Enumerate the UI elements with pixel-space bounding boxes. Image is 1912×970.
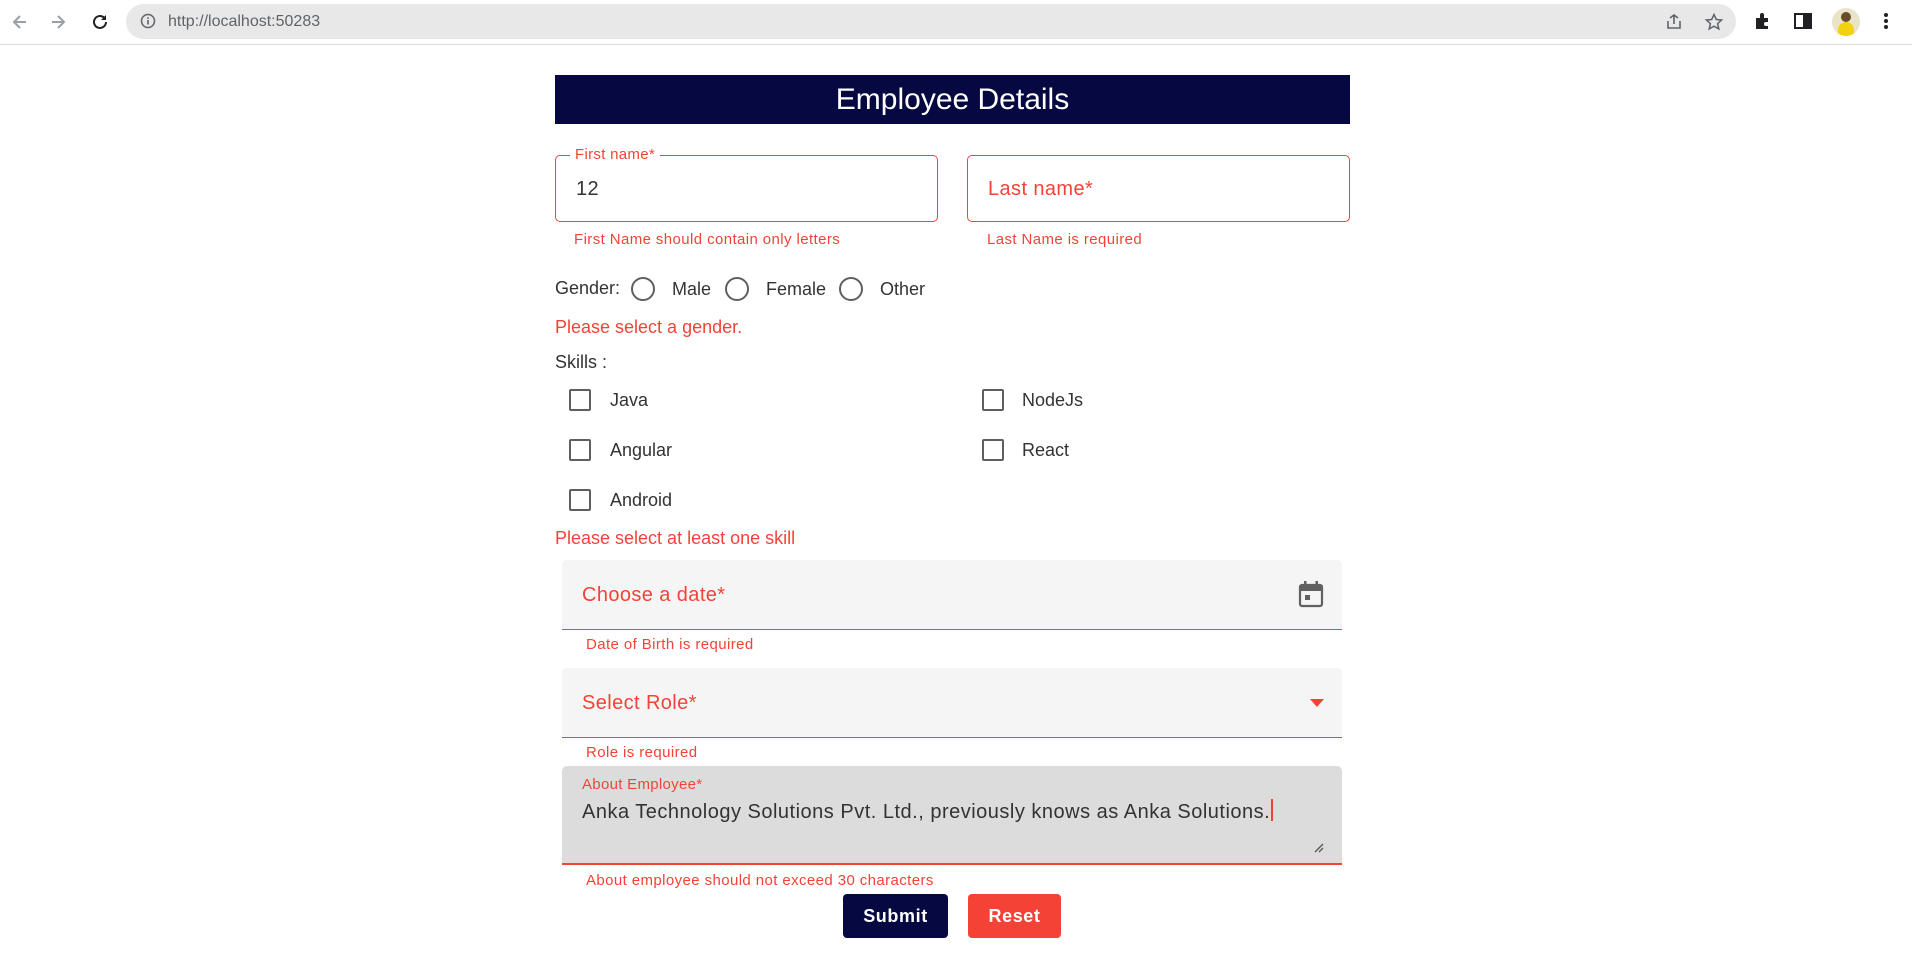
submit-button[interactable]: Submit — [843, 894, 948, 938]
text-caret — [1271, 799, 1273, 821]
address-bar[interactable]: http://localhost:50283 — [126, 4, 1736, 39]
gender-option-other[interactable]: Other — [880, 279, 925, 300]
skill-checkbox-react[interactable] — [982, 439, 1004, 461]
role-select[interactable]: Select Role* — [562, 668, 1342, 738]
last-name-error: Last Name is required — [987, 231, 1143, 248]
gender-label: Gender: — [555, 278, 621, 298]
profile-avatar[interactable] — [1832, 8, 1860, 36]
forward-icon[interactable] — [46, 10, 70, 34]
skill-label-react[interactable]: React — [1022, 440, 1069, 461]
about-employee-label: About Employee* — [582, 776, 703, 793]
about-employee-error: About employee should not exceed 30 char… — [586, 872, 934, 889]
skill-label-nodejs[interactable]: NodeJs — [1022, 390, 1083, 411]
about-employee-value-wrap[interactable]: Anka Technology Solutions Pvt. Ltd., pre… — [582, 799, 1273, 824]
skills-error: Please select at least one skill — [555, 528, 796, 548]
gender-radio-female[interactable] — [725, 277, 749, 301]
skill-label-angular[interactable]: Angular — [610, 440, 672, 461]
first-name-label: First name* — [570, 146, 660, 163]
browser-toolbar: http://localhost:50283 — [0, 0, 1912, 45]
skill-label-java[interactable]: Java — [610, 390, 648, 411]
dob-placeholder: Choose a date* — [582, 584, 726, 606]
gender-radio-male[interactable] — [631, 277, 655, 301]
calendar-icon[interactable] — [1298, 580, 1324, 608]
first-name-value[interactable]: 12 — [576, 178, 599, 201]
avatar-head-shape — [1841, 12, 1851, 22]
gender-radio-other[interactable] — [839, 277, 863, 301]
gender-option-female[interactable]: Female — [766, 279, 826, 300]
skills-label: Skills : — [555, 352, 608, 372]
menu-kebab-icon[interactable] — [1875, 10, 1897, 32]
last-name-field[interactable]: Last name* — [967, 155, 1350, 222]
dob-field[interactable]: Choose a date* — [562, 560, 1342, 630]
last-name-placeholder: Last name* — [988, 178, 1094, 200]
site-info-icon[interactable] — [140, 13, 156, 29]
resize-handle-icon[interactable] — [1312, 841, 1324, 853]
role-error: Role is required — [586, 744, 698, 761]
extensions-puzzle-icon[interactable] — [1752, 10, 1774, 32]
skill-checkbox-nodejs[interactable] — [982, 389, 1004, 411]
gender-option-male[interactable]: Male — [672, 279, 711, 300]
back-icon[interactable] — [8, 10, 32, 34]
form-title: Employee Details — [555, 75, 1350, 124]
role-placeholder: Select Role* — [582, 692, 697, 714]
skill-label-android[interactable]: Android — [610, 490, 672, 511]
skill-checkbox-java[interactable] — [569, 389, 591, 411]
chevron-down-icon[interactable] — [1310, 699, 1324, 707]
side-panel-icon[interactable] — [1792, 10, 1814, 32]
about-employee-textarea[interactable]: About Employee* Anka Technology Solution… — [562, 766, 1342, 865]
avatar-body-shape — [1838, 22, 1854, 36]
reset-button[interactable]: Reset — [968, 894, 1061, 938]
dob-error: Date of Birth is required — [586, 636, 754, 653]
share-icon[interactable] — [1664, 12, 1684, 32]
first-name-field[interactable]: First name* 12 — [555, 146, 938, 222]
skill-checkbox-android[interactable] — [569, 489, 591, 511]
url-text[interactable]: http://localhost:50283 — [168, 13, 320, 31]
reload-icon[interactable] — [88, 10, 112, 34]
about-employee-value[interactable]: Anka Technology Solutions Pvt. Ltd., pre… — [582, 801, 1270, 823]
bookmark-star-icon[interactable] — [1704, 12, 1724, 32]
gender-error: Please select a gender. — [555, 317, 743, 337]
first-name-error: First Name should contain only letters — [574, 231, 841, 248]
skill-checkbox-angular[interactable] — [569, 439, 591, 461]
